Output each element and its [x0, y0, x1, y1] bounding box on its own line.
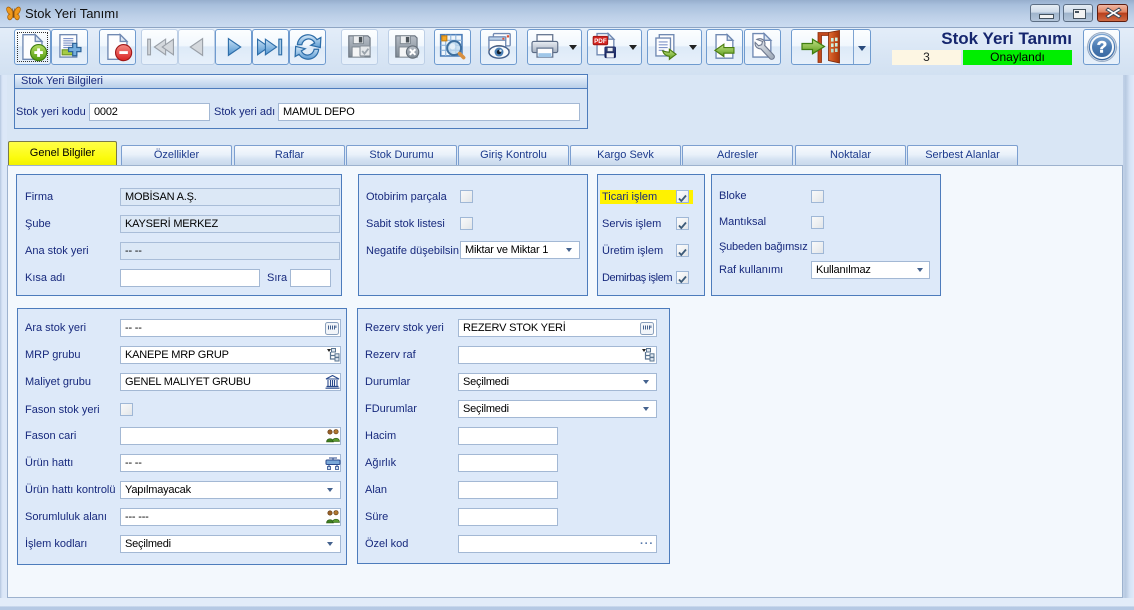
svg-text:?: ? [1096, 38, 1106, 57]
svg-text:PDF: PDF [594, 38, 607, 45]
